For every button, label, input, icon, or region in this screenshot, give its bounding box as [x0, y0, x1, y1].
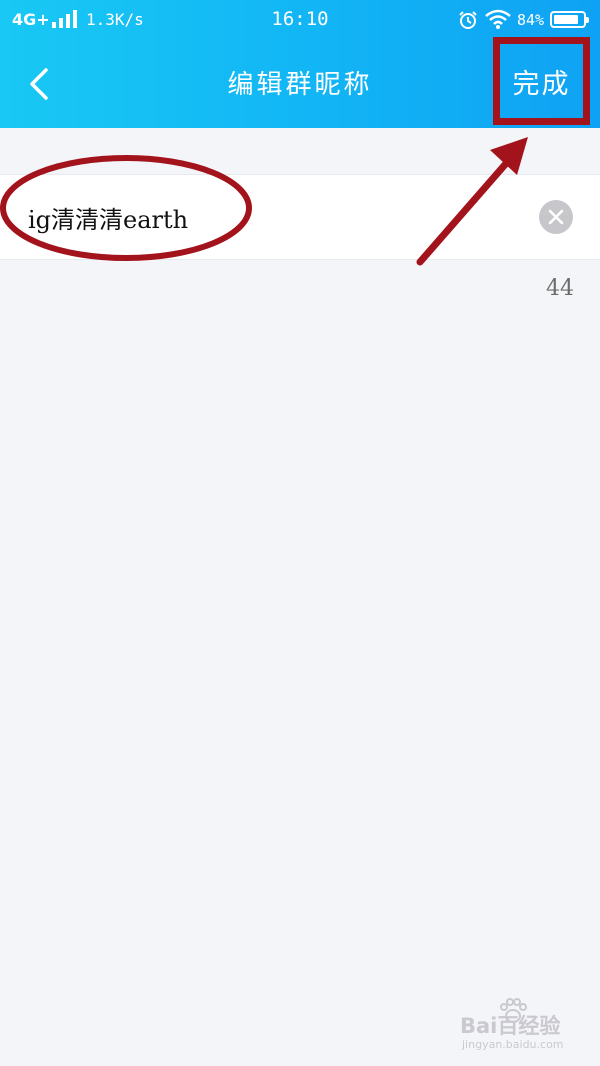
back-button[interactable]	[22, 62, 62, 106]
watermark-url: jingyan.baidu.com	[462, 1038, 564, 1051]
wifi-icon	[484, 9, 512, 33]
done-button[interactable]: 完成	[493, 37, 590, 125]
watermark-brand: Bai百经验	[460, 1014, 561, 1038]
status-bar: 4G+ 1.3K/s 16:10 84%	[0, 0, 600, 40]
pointer-arrow-head	[490, 137, 528, 175]
battery-percent: 84%	[517, 11, 545, 29]
nickname-input-row	[0, 174, 600, 260]
watermark: Bai百经验 jingyan.baidu.com	[458, 998, 588, 1060]
signal-icon	[52, 10, 80, 32]
battery-icon	[550, 11, 589, 28]
close-icon	[548, 209, 564, 225]
clear-input-button[interactable]	[539, 200, 573, 234]
chevron-left-icon	[30, 68, 48, 100]
network-type: 4G+	[12, 10, 50, 29]
nickname-input[interactable]	[28, 197, 508, 237]
character-count: 44	[546, 276, 574, 301]
battery-level	[554, 15, 578, 24]
annotation-overlay	[0, 137, 528, 266]
alarm-icon	[458, 10, 478, 34]
network-speed: 1.3K/s	[86, 10, 144, 29]
